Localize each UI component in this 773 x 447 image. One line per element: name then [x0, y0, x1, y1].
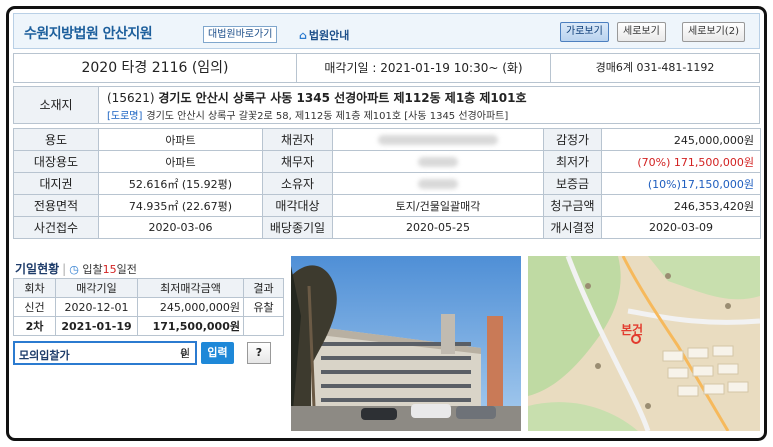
appraisal-value: 245,000,000원 [601, 128, 761, 151]
schedule-header-result: 결과 [243, 278, 284, 298]
mock-bid-submit-button[interactable]: 입력 [201, 342, 234, 364]
schedule-date: 2021-01-19 [55, 316, 138, 336]
schedule-round: 2차 [13, 316, 56, 336]
sale-target-label: 매각대상 [262, 194, 333, 217]
property-photo[interactable] [291, 256, 521, 431]
redacted-creditor [378, 135, 498, 145]
claim-label: 청구금액 [543, 194, 602, 217]
mock-bid-box: 모의입찰가 원 입력 ? [13, 339, 283, 367]
mock-bid-help-button[interactable]: ? [247, 342, 271, 364]
address-row: 소재지 (15621) 경기도 안산시 상록구 사동 1345 선경아파트 제1… [13, 86, 760, 124]
court-name: 수원지방법원 안산지원 [24, 26, 153, 42]
start-label: 개시결정 [543, 216, 602, 239]
address-label: 소재지 [14, 87, 99, 123]
land-right-label: 대지권 [13, 172, 99, 195]
usage-label: 용도 [13, 128, 99, 151]
mock-bid-label: 모의입찰가 [19, 349, 70, 362]
court-guide-link[interactable]: ⌂ 법원안내 [299, 27, 349, 43]
dividend-value: 2020-05-25 [332, 216, 544, 239]
location-map[interactable]: 본건 [528, 256, 760, 431]
redacted-owner [418, 179, 458, 189]
auction-detail-panel: 수원지방법원 안산지원 대법원바로가기 ⌂ 법원안내 가로보기 세로보기 세로보기… [6, 6, 767, 441]
debtor-label: 채무자 [262, 150, 333, 173]
schedule-title: 기일현황 | ◷ 입찰15일전 [15, 260, 137, 277]
redacted-debtor [418, 157, 458, 167]
court-guide-icon: ⌂ [299, 29, 307, 42]
schedule-table: 회차 매각기일 최저매각금액 결과 신건 2020-12-01 245,000,… [13, 278, 284, 336]
ledger-usage-label: 대장용도 [13, 150, 99, 173]
bid-countdown-prefix: 입찰 [82, 263, 103, 276]
schedule-result: 유찰 [243, 297, 284, 317]
min-price-label: 최저가 [543, 150, 602, 173]
area-value: 74.935㎡ (22.67평) [98, 194, 263, 217]
bid-countdown-suffix: 일전 [116, 263, 137, 276]
table-row: 2차 2021-01-19 171,500,000원 [13, 316, 284, 336]
dividend-label: 배당종기일 [262, 216, 333, 239]
road-address: 경기도 안산시 상록구 갈꽃2로 58, 제112동 제1층 제101호 [사동… [146, 111, 509, 122]
schedule-header-date: 매각기일 [55, 278, 138, 298]
schedule-date: 2020-12-01 [55, 297, 138, 317]
bid-countdown-days: 15 [102, 263, 117, 276]
auction-department: 경매6계 031-481-1192 [550, 54, 759, 82]
property-info-table: 용도 아파트 채권자 감정가 245,000,000원 대장용도 아파트 채무자… [13, 128, 761, 239]
mock-bid-input[interactable] [101, 345, 187, 361]
sale-date: 매각기일 : 2021-01-19 10:30~ (화) [296, 54, 550, 82]
vertical-view-2-button[interactable]: 세로보기(2) [682, 22, 745, 42]
court-header: 수원지방법원 안산지원 대법원바로가기 ⌂ 법원안내 가로보기 세로보기 세로보기… [13, 13, 760, 49]
address-zip: (15621) [107, 91, 155, 105]
clock-icon: ◷ [69, 263, 79, 276]
debtor-value [332, 150, 544, 173]
schedule-price: 245,000,000원 [137, 297, 244, 317]
road-name-tag[interactable]: [도로명] [107, 111, 142, 122]
supreme-court-link-button[interactable]: 대법원바로가기 [203, 26, 278, 43]
schedule-price: 171,500,000원 [137, 316, 244, 336]
land-right-value: 52.616㎡ (15.92평) [98, 172, 263, 195]
receipt-label: 사건접수 [13, 216, 99, 239]
ledger-usage-value: 아파트 [98, 150, 263, 173]
appraisal-label: 감정가 [543, 128, 602, 151]
title-divider: | [62, 262, 67, 276]
deposit-label: 보증금 [543, 172, 602, 195]
schedule-title-label: 기일현황 [15, 262, 60, 276]
claim-value: 246,353,420원 [601, 194, 761, 217]
horizontal-view-button[interactable]: 가로보기 [560, 22, 609, 42]
map-marker-label: 본건 [621, 322, 643, 337]
case-number: 2020 타경 2116 (임의) [81, 60, 229, 76]
schedule-round: 신건 [13, 297, 56, 317]
owner-value [332, 172, 544, 195]
receipt-value: 2020-03-06 [98, 216, 263, 239]
mock-bid-field: 모의입찰가 [13, 341, 197, 365]
map-graphic: 본건 [528, 256, 760, 431]
creditor-value [332, 128, 544, 151]
address-main: (15621) 경기도 안산시 상록구 사동 1345 선경아파트 제112동 … [107, 89, 527, 106]
bid-countdown: ◷ 입찰15일전 [69, 263, 137, 276]
mock-bid-unit: 원 [180, 347, 191, 360]
owner-label: 소유자 [262, 172, 333, 195]
start-value: 2020-03-09 [601, 216, 761, 239]
deposit-value: (10%)17,150,000원 [601, 172, 761, 195]
address-road: [도로명] 경기도 안산시 상록구 갈꽃2로 58, 제112동 제1층 제101… [107, 107, 508, 122]
vertical-view-button[interactable]: 세로보기 [617, 22, 666, 42]
schedule-header-round: 회차 [13, 278, 56, 298]
court-guide-label: 법원안내 [308, 29, 350, 42]
schedule-result [243, 316, 284, 336]
creditor-label: 채권자 [262, 128, 333, 151]
apartment-photo-graphic [291, 256, 521, 431]
usage-value: 아파트 [98, 128, 263, 151]
case-info-row: 2020 타경 2116 (임의) 매각기일 : 2021-01-19 10:3… [13, 53, 760, 83]
area-label: 전용면적 [13, 194, 99, 217]
min-price-value: (70%) 171,500,000원 [601, 150, 761, 173]
table-row: 신건 2020-12-01 245,000,000원 유찰 [13, 297, 284, 317]
sale-target-value: 토지/건물일괄매각 [332, 194, 544, 217]
schedule-header-price: 최저매각금액 [137, 278, 244, 298]
address-lot: 경기도 안산시 상록구 사동 1345 선경아파트 제112동 제1층 제101… [158, 91, 527, 105]
